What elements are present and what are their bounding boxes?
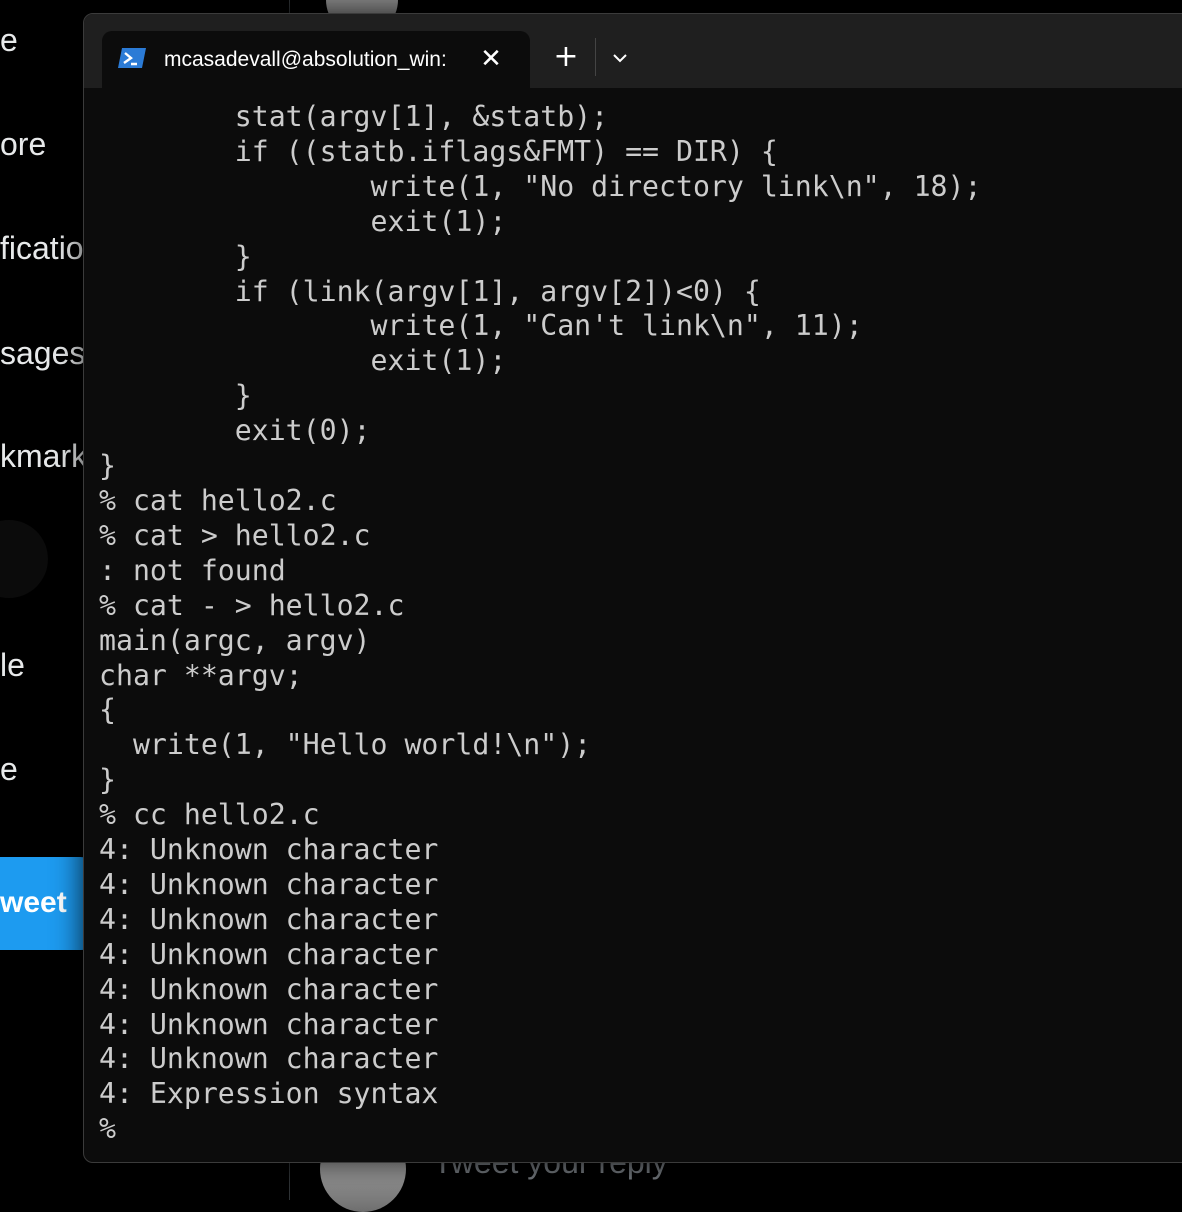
tweet-button-label: weet — [0, 886, 67, 919]
terminal-line: if ((statb.iflags&FMT) == DIR) { — [99, 134, 778, 168]
terminal-line: : not found — [99, 553, 286, 587]
nav-item-profile[interactable]: le — [0, 649, 25, 681]
nav-item-explore[interactable]: ore — [0, 128, 46, 160]
chevron-down-icon[interactable] — [606, 44, 634, 72]
terminal-titlebar[interactable]: mcasadevall@absolution_win: ✕ + — [84, 14, 1182, 88]
terminal-line: 4: Unknown character — [99, 902, 439, 936]
terminal-line: % cat hello2.c — [99, 483, 337, 517]
terminal-line: 4: Unknown character — [99, 937, 439, 971]
terminal-line: 4: Unknown character — [99, 867, 439, 901]
terminal-line: } — [99, 763, 116, 797]
plus-icon[interactable]: + — [550, 41, 582, 73]
nav-item-lists[interactable] — [0, 520, 48, 598]
nav-item-messages[interactable]: sages — [0, 337, 85, 369]
terminal-line: % cat - > hello2.c — [99, 588, 405, 622]
terminal-line: exit(0); — [99, 414, 371, 448]
terminal-line: % cat > hello2.c — [99, 518, 371, 552]
titlebar-divider — [595, 38, 596, 76]
terminal-line: 4: Unknown character — [99, 1042, 439, 1076]
terminal-line: exit(1); — [99, 344, 507, 378]
terminal-line: 4: Unknown character — [99, 972, 439, 1006]
terminal-line: if (link(argv[1], argv[2])<0) { — [99, 274, 761, 308]
terminal-text: stat(argv[1], &statb); if ((statb.iflags… — [99, 100, 1182, 1147]
close-icon[interactable]: ✕ — [477, 45, 505, 73]
terminal-line: main(argc, argv) — [99, 623, 371, 657]
powershell-icon — [118, 48, 146, 68]
terminal-tab[interactable]: mcasadevall@absolution_win: ✕ — [102, 31, 530, 88]
terminal-line: { — [99, 693, 116, 727]
terminal-line: exit(1); — [99, 204, 507, 238]
terminal-line: 4: Expression syntax — [99, 1077, 439, 1111]
terminal-line: stat(argv[1], &statb); — [99, 100, 609, 133]
tab-title: mcasadevall@absolution_win: — [164, 48, 447, 71]
nav-item-more[interactable]: e — [0, 753, 18, 785]
terminal-line: 4: Unknown character — [99, 833, 439, 867]
terminal-line: % cc hello2.c — [99, 798, 320, 832]
terminal-line: } — [99, 239, 252, 273]
nav-item-bookmarks[interactable]: kmark — [0, 440, 87, 472]
terminal-line: } — [99, 449, 116, 483]
terminal-line: char **argv; — [99, 658, 303, 692]
terminal-line: 4: Unknown character — [99, 1007, 439, 1041]
terminal-line: } — [99, 379, 252, 413]
terminal-window[interactable]: mcasadevall@absolution_win: ✕ + stat(arg… — [83, 13, 1182, 1163]
terminal-line: write(1, "Can't link\n", 11); — [99, 309, 863, 343]
terminal-output[interactable]: stat(argv[1], &statb); if ((statb.iflags… — [99, 100, 1182, 1150]
nav-item-home[interactable]: e — [0, 24, 18, 56]
terminal-line: write(1, "No directory link\n", 18); — [99, 169, 982, 203]
nav-item-notifications[interactable]: ficatio — [0, 232, 84, 264]
terminal-line: write(1, "Hello world!\n"); — [99, 728, 592, 762]
terminal-line: % — [99, 1112, 116, 1146]
